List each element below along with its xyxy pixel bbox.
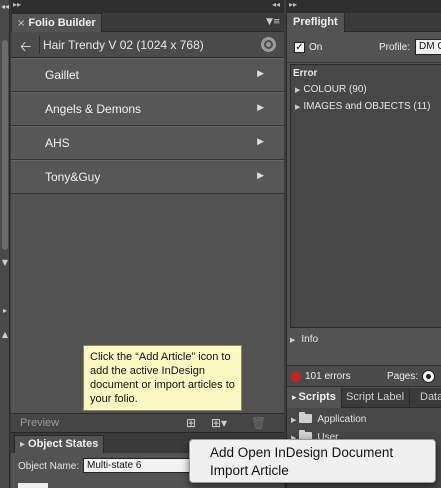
tab-script-label[interactable]: Script Label: [341, 388, 411, 408]
article-name: Tony&Guy: [45, 170, 101, 184]
chevron-right-icon[interactable]: ▶: [257, 171, 264, 181]
scroll-up-icon[interactable]: ▲: [0, 330, 10, 339]
folder-icon: [299, 412, 313, 423]
article-row[interactable]: Gaillet ▶: [11, 58, 284, 92]
preflight-status-bar: 101 errors Pages:: [287, 365, 441, 387]
panel-title-bar: ▸▸ ◂◂: [11, 0, 284, 13]
chevron-right-icon[interactable]: ▶: [257, 69, 264, 79]
error-group-label: COLOUR (90): [303, 84, 367, 95]
error-status-icon: [291, 372, 301, 382]
article-row[interactable]: Angels & Demons ▶: [11, 92, 284, 126]
divider: [39, 36, 40, 54]
preview-button[interactable]: Preview: [20, 417, 59, 429]
add-article-tooltip: Click the “Add Article” icon to add the …: [83, 345, 242, 411]
error-column-header: Error: [293, 68, 318, 79]
right-panel-column: ▸▸ Preflight ✓ On Profile: DM C Error ▶ C…: [286, 0, 441, 488]
tab-object-states[interactable]: ▸ Object States: [14, 435, 105, 454]
preflight-controls: ✓ On Profile: DM C: [287, 33, 441, 63]
tab-label: Folio Builder: [28, 17, 96, 29]
pages-label: Pages:: [387, 371, 419, 382]
folio-title: Hair Trendy V 02 (1024 x 768): [43, 38, 204, 52]
panel-menu-icon[interactable]: ▼≡: [266, 17, 280, 27]
add-article-menu: Add Open InDesign Document Import Articl…: [189, 439, 436, 483]
folder-label: Application: [317, 414, 367, 425]
error-group[interactable]: ▶ IMAGES and OBJECTS (11): [295, 101, 430, 112]
disclosure-triangle-icon[interactable]: ▶: [291, 416, 296, 424]
scroll-down-icon[interactable]: ▼: [0, 258, 10, 267]
article-name: AHS: [45, 136, 70, 150]
profile-label: Profile:: [379, 42, 411, 53]
expand-icon[interactable]: ▸: [0, 306, 10, 315]
chevron-right-icon[interactable]: ▶: [257, 103, 264, 113]
tab-scripts[interactable]: ▸ Scripts: [287, 388, 342, 408]
object-name-field[interactable]: Multi-state 6: [83, 458, 193, 473]
article-row[interactable]: Tony&Guy ▶: [11, 160, 284, 194]
object-name-label: Object Name:: [18, 461, 80, 472]
error-group-label: IMAGES and OBJECTS (11): [303, 101, 431, 112]
article-name: Gaillet: [45, 68, 80, 82]
info-section[interactable]: ▶ Info: [290, 334, 318, 345]
menu-item-add-open-document[interactable]: Add Open InDesign Document: [190, 444, 435, 462]
folio-header: 🡠 Hair Trendy V 02 (1024 x 768): [11, 32, 284, 58]
profile-select[interactable]: DM C: [415, 39, 441, 55]
folio-footer: Preview ⊞ ⊞▾ 🗑: [11, 413, 284, 432]
collapse-arrow-icon[interactable]: ▸: [20, 439, 25, 450]
script-folder[interactable]: ▶ Application: [291, 412, 367, 425]
preflight-error-list: Error ▶ COLOUR (90) ▶ IMAGES and OBJECTS (…: [290, 64, 441, 328]
article-name: Angels & Demons: [45, 102, 142, 116]
collapse-panel-icon[interactable]: ▸▸: [289, 0, 297, 9]
pages-all-radio[interactable]: [422, 370, 435, 383]
collapse-panel-icon[interactable]: ▸▸: [13, 0, 21, 9]
preflight-on-checkbox[interactable]: ✓: [294, 42, 305, 53]
trash-icon: 🗑: [251, 416, 267, 430]
right-title-bar: ▸▸: [287, 0, 441, 13]
article-row[interactable]: AHS ▶: [11, 126, 284, 160]
tab-data[interactable]: Data: [415, 388, 441, 408]
error-group[interactable]: ▶ COLOUR (90): [295, 84, 367, 95]
tab-label: Scripts: [298, 391, 336, 403]
collapse-panel-right-icon[interactable]: ◂◂: [272, 0, 280, 9]
disclosure-triangle-icon[interactable]: ▶: [290, 336, 295, 344]
disclosure-triangle-icon[interactable]: ▶: [295, 86, 300, 94]
chevron-right-icon[interactable]: ▶: [257, 137, 264, 147]
error-count: 101 errors: [305, 371, 351, 382]
left-dock-strip: ◂◂ ▼ ▸ ▲: [0, 0, 10, 488]
settings-icon[interactable]: [261, 37, 276, 52]
dock-scrollbar[interactable]: [2, 40, 8, 250]
scripts-tab-row: ▸ Scripts Script Label Data: [287, 388, 441, 408]
import-article-icon[interactable]: ⊞▾: [211, 416, 227, 430]
info-label: Info: [301, 334, 319, 345]
menu-item-import-article[interactable]: Import Article: [190, 462, 435, 480]
on-label: On: [309, 42, 323, 53]
back-arrow-icon[interactable]: 🡠: [20, 36, 31, 60]
tab-folio-builder[interactable]: × Folio Builder: [11, 13, 102, 32]
add-article-icon[interactable]: ⊞: [186, 416, 196, 430]
disclosure-triangle-icon[interactable]: ▶: [295, 103, 300, 111]
tab-preflight[interactable]: Preflight: [287, 13, 345, 32]
state-thumbnail[interactable]: [18, 483, 48, 488]
close-icon[interactable]: ×: [17, 18, 25, 29]
tab-label: Object States: [28, 438, 99, 450]
collapse-icon[interactable]: ◂◂: [0, 2, 10, 11]
collapse-arrow-icon[interactable]: ▸: [292, 393, 297, 403]
